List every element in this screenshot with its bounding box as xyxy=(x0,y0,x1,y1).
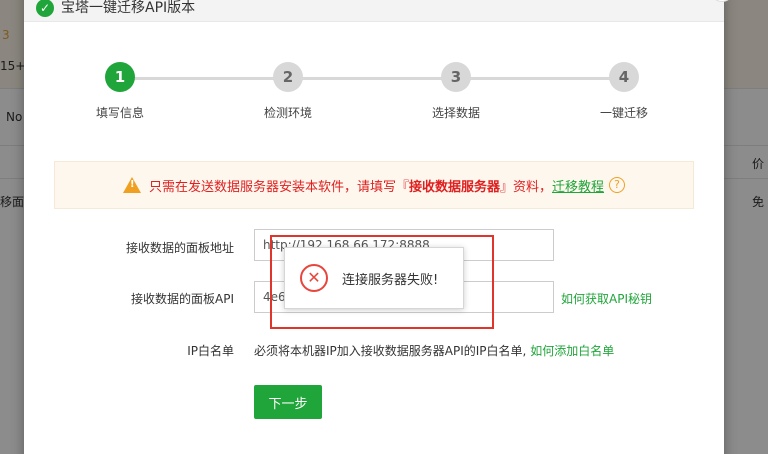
step-progress: 1 填写信息 2 检测环境 3 选择数据 4 一键迁移 xyxy=(24,62,724,122)
warning-icon xyxy=(122,177,141,193)
step-number: 2 xyxy=(273,62,303,92)
step-4: 4 一键迁移 xyxy=(574,62,674,121)
ip-whitelist-text: 必须将本机器IP加入接收数据服务器API的IP白名单, xyxy=(254,344,527,358)
next-step-button[interactable]: 下一步 xyxy=(254,385,322,419)
error-toast: ✕ 连接服务器失败! xyxy=(284,247,464,309)
migration-tutorial-link[interactable]: 迁移教程 xyxy=(552,176,604,195)
notice-text-end: 』资料， xyxy=(500,179,553,195)
panel-api-label: 接收数据的面板API xyxy=(131,292,234,306)
error-icon: ✕ xyxy=(300,264,328,292)
notice-banner: 只需在发送数据服务器安装本软件，请填写『 接收数据服务器 』资料， 迁移教程 ? xyxy=(54,161,694,209)
notice-highlight: 接收数据服务器 xyxy=(408,179,500,195)
help-icon[interactable]: ? xyxy=(609,177,626,193)
step-3: 3 选择数据 xyxy=(406,62,506,121)
add-whitelist-link[interactable]: 如何添加白名单 xyxy=(530,344,614,358)
panel-url-label: 接收数据的面板地址 xyxy=(125,241,234,255)
step-number: 4 xyxy=(609,62,639,92)
ip-whitelist-note: 必须将本机器IP加入接收数据服务器API的IP白名单, 如何添加白名单 xyxy=(254,342,614,359)
step-label: 填写信息 xyxy=(95,106,144,120)
toast-message: 连接服务器失败! xyxy=(342,272,439,288)
step-track xyxy=(120,77,624,80)
step-label: 检测环境 xyxy=(263,106,312,120)
migration-dialog: ✓ 宝塔一键迁移API版本 1 填写信息 2 检测环境 3 选择数据 4 一键迁… xyxy=(24,0,734,454)
step-2: 2 检测环境 xyxy=(238,62,338,121)
get-api-key-link[interactable]: 如何获取API秘钥 xyxy=(561,290,652,307)
step-1: 1 填写信息 xyxy=(70,62,170,121)
check-icon: ✓ xyxy=(36,0,54,17)
notice-text: 只需在发送数据服务器安装本软件，请填写『 xyxy=(148,179,409,195)
ip-whitelist-label: IP白名单 xyxy=(187,344,234,358)
step-label: 一键迁移 xyxy=(599,106,648,120)
step-number: 3 xyxy=(441,62,471,92)
dialog-title: 宝塔一键迁移API版本 xyxy=(61,0,196,16)
step-number: 1 xyxy=(105,62,135,92)
step-label: 选择数据 xyxy=(431,106,480,120)
dialog-header: ✓ 宝塔一键迁移API版本 xyxy=(24,0,734,22)
